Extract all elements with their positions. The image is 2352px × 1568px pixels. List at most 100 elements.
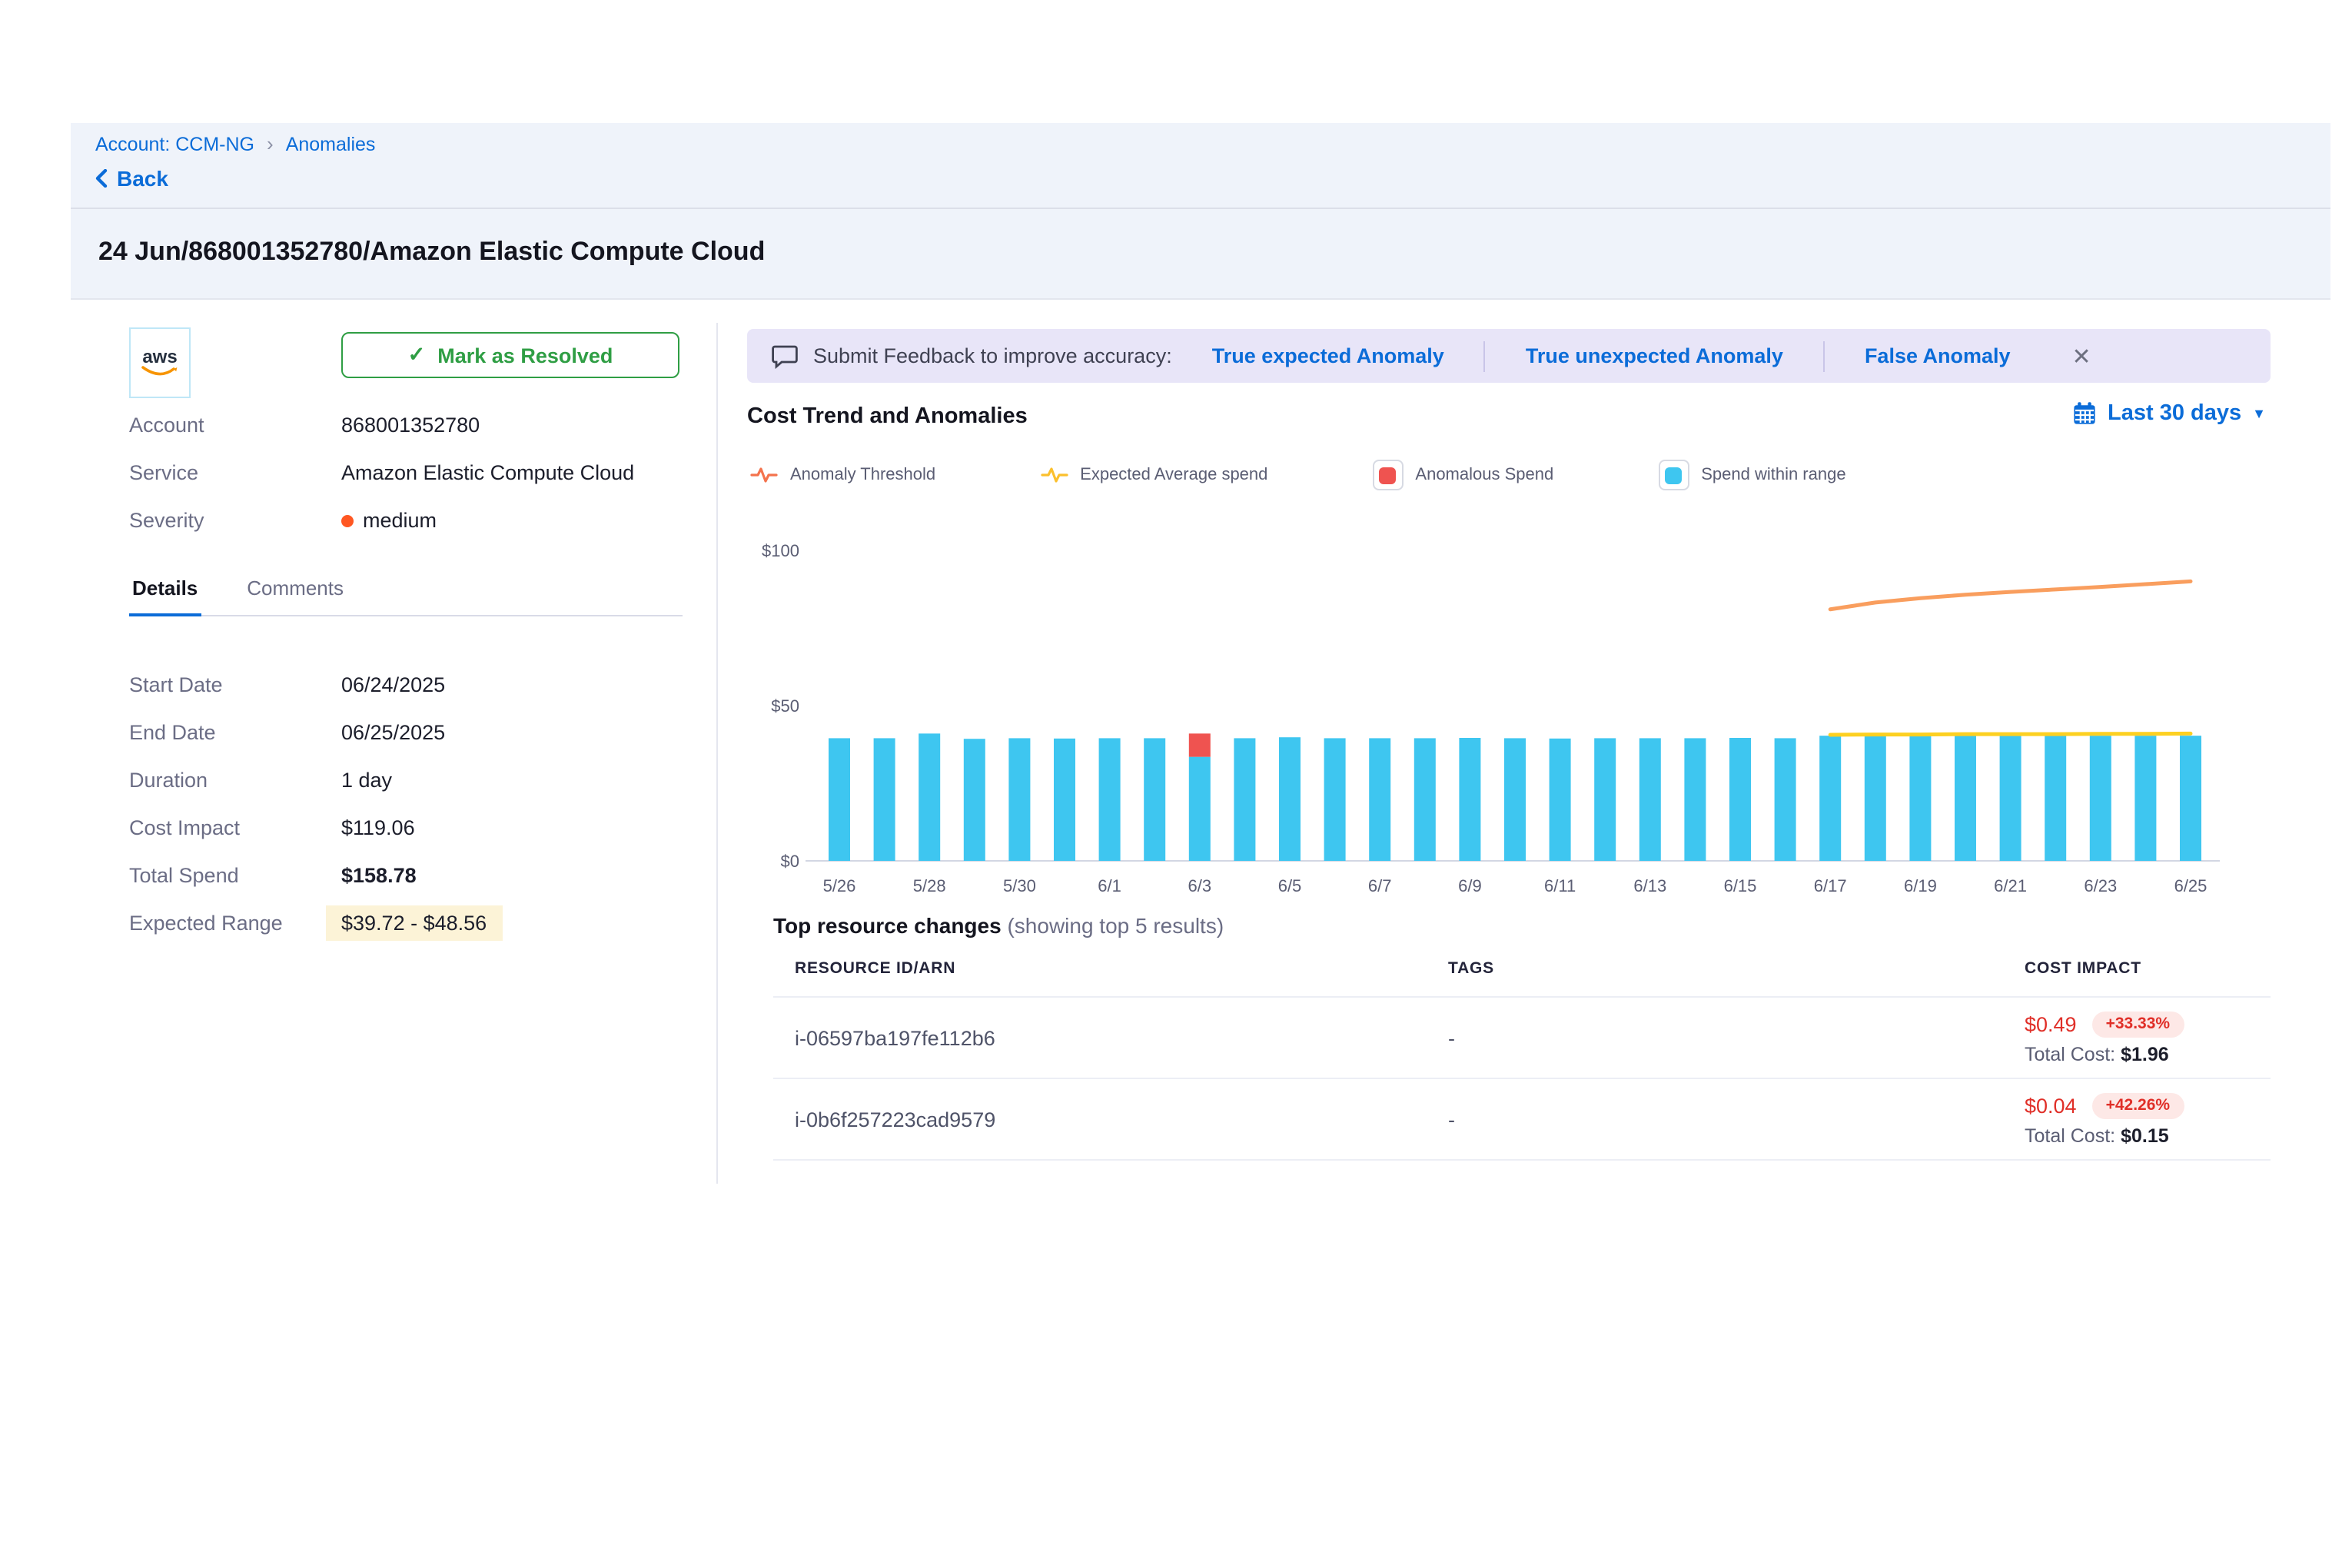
- col-resource-id: RESOURCE ID/ARN: [795, 959, 1448, 978]
- calendar-icon: [2072, 401, 2097, 426]
- tab-details[interactable]: Details: [129, 576, 201, 616]
- spend-bar-6/6[interactable]: [1324, 738, 1346, 861]
- tab-comments[interactable]: Comments: [244, 576, 347, 614]
- spend-bar-6/10[interactable]: [1504, 738, 1526, 861]
- spend-bar-6/16[interactable]: [1775, 738, 1796, 861]
- severity-label: Severity: [129, 509, 341, 532]
- spend-bar-6/19[interactable]: [1909, 736, 1931, 861]
- panel-divider: [716, 323, 718, 1184]
- cost-impact-amount: $0.04: [2025, 1094, 2077, 1117]
- duration-label: Duration: [129, 769, 341, 792]
- spend-bar-6/2[interactable]: [1144, 738, 1165, 861]
- end-date-label: End Date: [129, 721, 341, 744]
- anomaly-details-page: Account: CCM-NG › Anomalies Back 24 Jun/…: [0, 0, 2352, 1568]
- breadcrumb-anomalies-link[interactable]: Anomalies: [286, 133, 376, 154]
- y-axis-tick: $0: [781, 852, 799, 871]
- spend-bar-5/29[interactable]: [964, 739, 985, 861]
- spend-bar-6/18[interactable]: [1865, 736, 1886, 861]
- cost-impact-field: Cost Impact $119.06: [129, 816, 683, 839]
- breadcrumb: Account: CCM-NG › Anomalies: [95, 132, 375, 155]
- spend-bar-6/3[interactable]: [1189, 757, 1211, 861]
- wave-icon: [750, 464, 778, 486]
- duration-field: Duration 1 day: [129, 769, 683, 792]
- spend-bar-6/12[interactable]: [1594, 738, 1616, 861]
- anomalous-bar-6/3[interactable]: [1189, 733, 1211, 756]
- back-label: Back: [117, 166, 168, 191]
- spend-bar-5/31[interactable]: [1054, 739, 1075, 861]
- x-axis-tick: 5/30: [1003, 876, 1036, 895]
- mark-as-resolved-button[interactable]: ✓ Mark as Resolved: [341, 332, 679, 378]
- close-icon[interactable]: ✕: [2072, 342, 2091, 370]
- spend-bar-6/7[interactable]: [1369, 738, 1390, 861]
- breadcrumb-account-link[interactable]: Account: CCM-NG: [95, 133, 254, 154]
- spend-bar-5/28[interactable]: [919, 733, 940, 861]
- spend-bar-6/22[interactable]: [2045, 736, 2066, 861]
- legend-item: Expected Average spend: [1040, 464, 1267, 486]
- total-cost-line: Total Cost: $0.15: [2025, 1125, 2249, 1146]
- spend-bar-6/20[interactable]: [1955, 736, 1976, 861]
- spend-bar-6/11[interactable]: [1550, 739, 1571, 861]
- spend-bar-6/4[interactable]: [1234, 738, 1255, 861]
- x-axis-tick: 6/23: [2084, 876, 2117, 895]
- x-axis-tick: 6/15: [1724, 876, 1757, 895]
- date-range-picker[interactable]: Last 30 days ▼: [2072, 401, 2266, 426]
- aws-logo-text: aws: [142, 348, 177, 365]
- feedback-true-expected[interactable]: True expected Anomaly: [1172, 344, 1484, 367]
- x-axis-tick: 5/28: [913, 876, 946, 895]
- spend-bar-6/5[interactable]: [1279, 737, 1301, 861]
- spend-bar-6/9[interactable]: [1459, 738, 1480, 861]
- resource-id-link[interactable]: i-06597ba197fe112b6: [795, 1026, 1448, 1049]
- x-axis-tick: 6/13: [1633, 876, 1666, 895]
- expected-average-spend-line: [1830, 733, 2191, 735]
- feedback-true-unexpected[interactable]: True unexpected Anomaly: [1486, 344, 1823, 367]
- feedback-prompt: Submit Feedback to improve accuracy:: [813, 344, 1172, 367]
- total-spend-value: $158.78: [341, 864, 417, 887]
- service-label: Service: [129, 461, 341, 484]
- cost-change-badge: +33.33%: [2092, 1011, 2184, 1037]
- wave-icon: [1040, 464, 1068, 486]
- spend-bar-6/17[interactable]: [1819, 736, 1841, 861]
- legend-label: Spend within range: [1701, 466, 1845, 484]
- expected-range-label: Expected Range: [129, 912, 341, 941]
- spend-bar-6/14[interactable]: [1684, 738, 1706, 861]
- spend-bar-5/30[interactable]: [1008, 738, 1030, 861]
- service-value: Amazon Elastic Compute Cloud: [341, 461, 634, 484]
- spend-bar-6/24[interactable]: [2134, 736, 2156, 861]
- x-axis-tick: 6/3: [1188, 876, 1212, 895]
- detail-tabs: Details Comments: [129, 576, 683, 616]
- spend-bar-5/26[interactable]: [829, 738, 850, 861]
- start-date-field: Start Date 06/24/2025: [129, 673, 683, 696]
- table-row: i-06597ba197fe112b6 - $0.49 +33.33% Tota…: [773, 996, 2271, 1078]
- resource-id-link[interactable]: i-0b6f257223cad9579: [795, 1108, 1448, 1131]
- cost-impact-value: $119.06: [341, 816, 415, 839]
- aws-smile-icon: [140, 365, 180, 377]
- resource-tags: -: [1448, 1108, 2025, 1131]
- square-swatch-icon: [1658, 460, 1689, 490]
- spend-bar-6/25[interactable]: [2180, 736, 2201, 861]
- account-field: Account 868001352780: [129, 414, 683, 437]
- spend-bar-6/15[interactable]: [1729, 738, 1751, 861]
- title-band: 24 Jun/868001352780/Amazon Elastic Compu…: [71, 209, 2330, 300]
- date-range-label: Last 30 days: [2108, 401, 2241, 426]
- spend-bar-6/23[interactable]: [2090, 736, 2111, 861]
- total-spend-field: Total Spend $158.78: [129, 864, 683, 887]
- x-axis-tick: 6/5: [1278, 876, 1302, 895]
- anomaly-threshold-line: [1830, 581, 2191, 609]
- resources-table: RESOURCE ID/ARN TAGS COST IMPACT i-06597…: [773, 953, 2271, 1161]
- x-axis-tick: 6/17: [1814, 876, 1847, 895]
- aws-provider-logo: aws: [129, 327, 191, 398]
- y-axis-tick: $100: [762, 541, 799, 560]
- caret-down-icon: ▼: [2252, 406, 2266, 421]
- spend-bar-6/13[interactable]: [1639, 738, 1661, 861]
- spend-bar-6/1[interactable]: [1099, 738, 1121, 861]
- legend-label: Expected Average spend: [1080, 466, 1267, 484]
- breadcrumb-band: Account: CCM-NG › Anomalies Back: [71, 123, 2330, 209]
- expected-range-field: Expected Range $39.72 - $48.56: [129, 912, 683, 941]
- spend-bar-5/27[interactable]: [874, 738, 895, 861]
- account-label: Account: [129, 414, 341, 437]
- spend-bar-6/21[interactable]: [2000, 736, 2021, 861]
- back-button[interactable]: Back: [95, 166, 168, 191]
- spend-bar-6/8[interactable]: [1414, 738, 1436, 861]
- feedback-false-anomaly[interactable]: False Anomaly: [1825, 344, 2051, 367]
- x-axis-tick: 6/19: [1904, 876, 1937, 895]
